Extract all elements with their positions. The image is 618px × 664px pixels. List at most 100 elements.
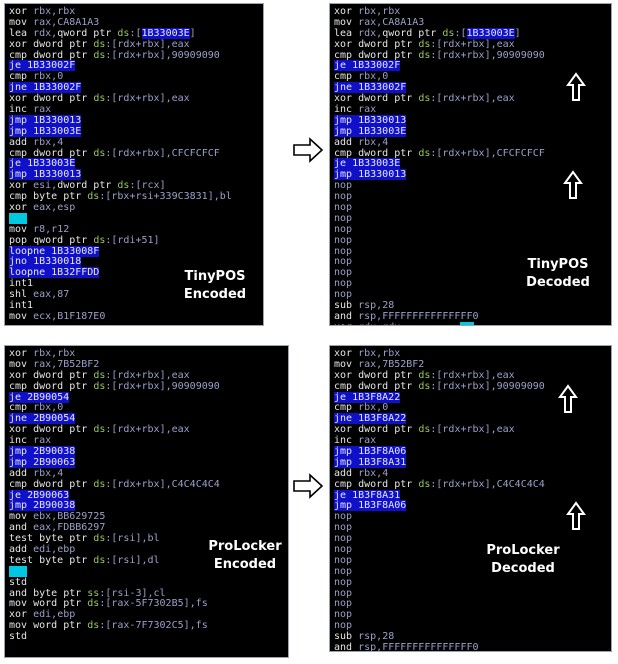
code-token: inc xyxy=(9,435,34,447)
code-token: rdx+rbx xyxy=(442,93,485,105)
code-token: xor xyxy=(9,369,34,381)
code-token: ds xyxy=(93,554,106,566)
code-token: rdx+rbx xyxy=(442,38,485,50)
code-token: cmp xyxy=(334,49,359,61)
code-token: :[ xyxy=(430,424,443,436)
code-token: rdx xyxy=(358,27,377,39)
code-token: dword ptr xyxy=(358,369,419,381)
code-token: ], xyxy=(159,380,172,392)
code-token: 0 xyxy=(382,71,389,83)
code-token: rax-5F7302B5 xyxy=(111,598,184,610)
code-token: ds xyxy=(418,93,431,105)
code-token: ], xyxy=(159,478,172,490)
code-token: 2B90038 xyxy=(33,446,76,458)
code-line: pop qword ptr ds:[rdi+51] xyxy=(9,234,232,247)
code-token: 1B33003E xyxy=(466,27,515,39)
code-token: ds xyxy=(93,478,106,490)
code-token: ds xyxy=(93,424,106,436)
code-token: ], xyxy=(183,620,196,632)
code-token: int1 xyxy=(9,278,34,290)
code-token: inc xyxy=(9,104,34,116)
code-token: rdx+rbx xyxy=(117,49,160,61)
code-token: jmp xyxy=(334,125,359,137)
code-token: rdx+rbx xyxy=(117,93,160,105)
code-token: :[ xyxy=(430,380,443,392)
code-token: rdx+rbx xyxy=(442,49,485,61)
code-token: rax xyxy=(33,104,52,116)
code-token: xor xyxy=(334,369,359,381)
code-token: dword ptr xyxy=(358,93,419,105)
code-token: lea xyxy=(334,27,359,39)
code-token: nop xyxy=(334,576,353,588)
code-token: dword ptr xyxy=(358,478,419,490)
code-token: 1B3F8A22 xyxy=(358,413,407,425)
code-token: je xyxy=(334,489,353,501)
code-token: B1F187E0 xyxy=(57,310,106,322)
code-token: test xyxy=(9,533,40,545)
label-line-1: TinyPOS xyxy=(527,257,589,272)
up-arrow-icon xyxy=(558,384,578,413)
code-token: xor xyxy=(334,38,359,50)
code-token: FFFFFFFFFFFFFFF0 xyxy=(382,310,479,322)
code-token: rax xyxy=(358,16,377,28)
code-token: jmp xyxy=(334,500,359,512)
code-token: 1B3F8A22 xyxy=(352,391,401,403)
code-token: cmp xyxy=(334,478,359,490)
code-token: esp xyxy=(57,202,76,214)
code-token: esi xyxy=(33,180,52,192)
code-token: xor xyxy=(334,93,359,105)
code-token: dword ptr xyxy=(33,147,94,159)
code-token: ebx xyxy=(33,511,52,523)
code-token: rbx xyxy=(358,348,377,359)
code-token: nop xyxy=(334,598,353,610)
code-token: ] xyxy=(153,234,160,246)
code-token: nop xyxy=(334,554,353,566)
code-line: test byte ptr ds:[rsi],dl xyxy=(9,554,220,567)
code-token: pop xyxy=(9,234,34,246)
code-token: edi xyxy=(33,544,52,556)
code-token: 2B90054 xyxy=(27,391,70,403)
code-token: ds xyxy=(93,147,106,159)
code-token: jmp xyxy=(334,169,359,181)
code-token: ds xyxy=(93,49,106,61)
code-token: FFFFFFFFFFFFFFF0 xyxy=(382,642,479,652)
label-line-2: Decoded xyxy=(491,561,555,576)
code-token: xor xyxy=(9,180,34,192)
code-line: mov word ptr ds:[rax-7F7302C5],fs xyxy=(9,620,220,632)
code-token: ds xyxy=(117,180,130,192)
code-token: xor xyxy=(334,322,358,325)
code-token: rcx xyxy=(141,180,160,192)
code-token: nop xyxy=(334,234,353,246)
code-line: nop xyxy=(334,511,545,523)
code-token: dword ptr xyxy=(358,49,419,61)
code-token: and xyxy=(9,522,34,534)
code-token: 7B52BF2 xyxy=(382,358,425,370)
code-token: je xyxy=(9,60,28,72)
code-token: ebp xyxy=(57,544,76,556)
code-token: nop xyxy=(334,267,353,279)
code-line: nop xyxy=(334,576,545,589)
code-line: nop xyxy=(334,522,545,534)
code-token: cmp xyxy=(9,478,34,490)
code-token: 1B33003E xyxy=(352,158,401,170)
code-token: cmp xyxy=(9,380,34,392)
code-token: cmp xyxy=(9,147,34,159)
code-listing: xor rbx,rbx mov rax,7B52BF2 xor dword ptr … xyxy=(9,348,220,643)
code-token: 90909090 xyxy=(171,49,220,61)
code-token: loopne xyxy=(9,267,52,279)
code-token: rbx xyxy=(358,71,377,83)
up-arrow-icon xyxy=(563,170,583,199)
code-token: ] xyxy=(159,180,166,192)
code-token: 28 xyxy=(382,300,395,312)
code-token: ], xyxy=(484,369,497,381)
code-token: :[ xyxy=(430,38,443,50)
code-token: 1B33003E xyxy=(33,125,82,137)
code-token: 1B330013 xyxy=(358,114,407,126)
code-token: rbx xyxy=(358,136,377,148)
code-token: xor xyxy=(9,202,34,214)
code-token: and xyxy=(9,587,34,599)
code-line: nop xyxy=(334,609,545,621)
code-token: nop xyxy=(334,544,353,556)
code-token: 1B33002F xyxy=(358,82,407,94)
code-token: jmp xyxy=(9,125,34,137)
